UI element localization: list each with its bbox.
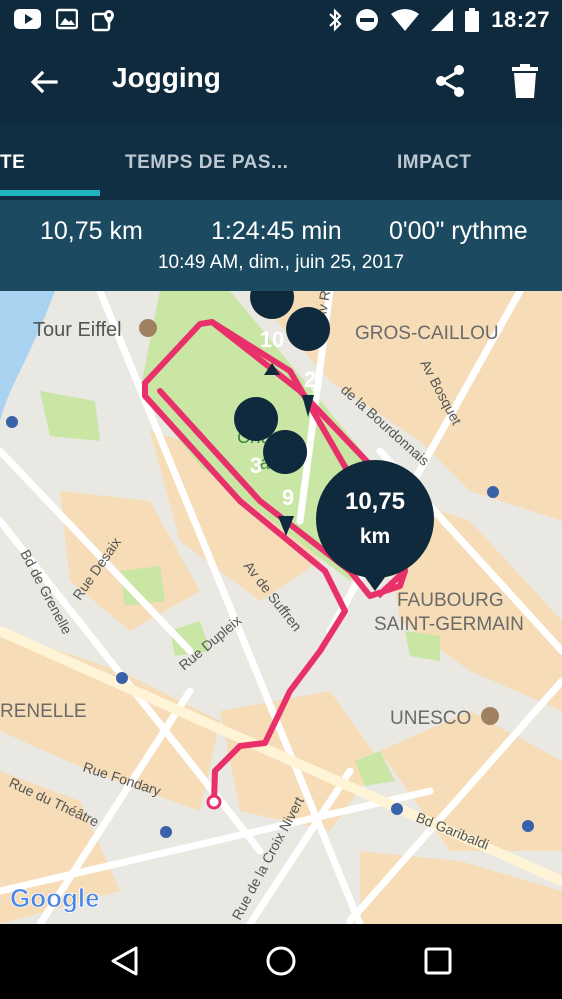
bluetooth-icon (329, 8, 342, 32)
page-title: Jogging (112, 62, 221, 93)
google-logo: Google (10, 883, 100, 913)
route-map[interactable]: Tour Eiffel GROS-CAILLOU Champ ars FAUBO… (0, 291, 562, 924)
tab-route[interactable]: TE (0, 152, 25, 174)
label-bd-grenelle: Bd de Grenelle (17, 547, 75, 637)
km-marker-label: 10 (260, 327, 284, 352)
nav-home-icon[interactable] (264, 944, 298, 978)
signal-icon (431, 9, 454, 31)
youtube-icon (14, 9, 41, 29)
trash-icon[interactable] (511, 64, 539, 98)
label-faubourg-2: SAINT-GERMAIN (374, 614, 524, 635)
share-icon[interactable] (433, 64, 467, 98)
label-faubourg-1: FAUBOURG (397, 590, 504, 611)
map-canvas: Tour Eiffel GROS-CAILLOU Champ ars FAUBO… (0, 291, 562, 924)
tour-eiffel-poi-icon (139, 319, 157, 337)
battery-icon (465, 8, 480, 32)
km-marker-label: 9 (282, 485, 294, 510)
stats-panel: 10,75 km 1:24:45 min 0'00" rythme 10:49 … (0, 200, 562, 291)
km-marker-label: 3 (250, 453, 262, 478)
tab-impact[interactable]: IMPACT (397, 152, 471, 174)
stat-pace: 0'00" rythme (389, 217, 528, 245)
label-unesco: UNESCO (390, 708, 471, 729)
arrow-back-icon[interactable] (28, 66, 60, 98)
label-gros-caillou: GROS-CAILLOU (355, 323, 499, 344)
stat-datetime: 10:49 AM, dim., juin 25, 2017 (157, 252, 405, 273)
park-small (40, 391, 100, 441)
app-bar: Jogging (0, 40, 562, 124)
nav-recents-icon[interactable] (421, 944, 455, 978)
status-time: 18:27 (491, 7, 550, 32)
nav-back-icon[interactable] (108, 944, 142, 978)
tab-bar: TE TEMPS DE PAS... IMPACT (0, 124, 562, 200)
maps-icon (92, 10, 114, 32)
label-tour-eiffel: Tour Eiffel (33, 319, 122, 341)
stat-distance: 10,75 km (40, 217, 143, 245)
tab-split-times[interactable]: TEMPS DE PAS... (125, 152, 288, 174)
tab-indicator (0, 190, 100, 196)
stat-duration: 1:24:45 min (211, 217, 342, 245)
route-start-point (206, 794, 222, 810)
image-icon (56, 8, 78, 30)
park-unesco (405, 631, 440, 661)
distance-badge-value: 10,75 (345, 488, 405, 515)
label-grenelle: RENELLE (0, 701, 87, 722)
status-bar: 18:27 (0, 0, 562, 40)
wifi-icon (391, 9, 420, 31)
distance-badge-unit: km (360, 525, 390, 548)
km-marker-label: 2 (304, 367, 316, 392)
unesco-poi-icon (481, 707, 499, 725)
do-not-disturb-icon (356, 9, 379, 31)
system-nav-bar (0, 924, 562, 999)
